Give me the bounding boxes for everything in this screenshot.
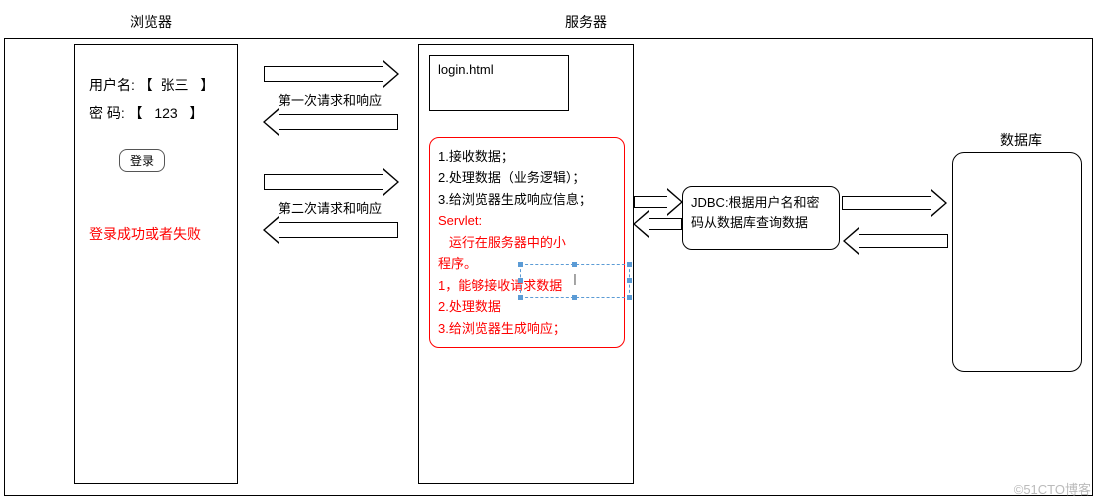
label-req1: 第一次请求和响应	[278, 90, 382, 109]
servlet-step-2: 2.处理数据（业务逻辑）；	[438, 167, 616, 188]
servlet-box: 1.接收数据； 2.处理数据（业务逻辑）； 3.给浏览器生成响应信息； Serv…	[429, 137, 625, 348]
arrow-jdbc-db-right	[842, 196, 932, 210]
text-cursor-icon: I	[573, 272, 577, 290]
browser-box: 用户名: 【 张三 】 密 码: 【 123 】 登录 登录成功或者失败	[74, 44, 238, 484]
jdbc-line-1: JDBC:根据用户名和密	[691, 193, 831, 213]
servlet-title: Servlet:	[438, 210, 616, 231]
login-button[interactable]: 登录	[119, 149, 165, 172]
arrow-server-jdbc-left	[648, 218, 682, 230]
arrow-server-jdbc-right	[634, 196, 668, 208]
servlet-desc-1a: 运行在服务器中的小	[438, 232, 616, 253]
arrow-req1-left	[278, 114, 398, 130]
password-field: 【 123 】	[129, 103, 204, 123]
arrow-req1-right	[264, 66, 384, 82]
arrow-req2-right	[264, 174, 384, 190]
servlet-step-1: 1.接收数据；	[438, 146, 616, 167]
database-box	[952, 152, 1082, 372]
browser-title: 浏览器	[130, 12, 172, 32]
server-title: 服务器	[565, 12, 607, 32]
servlet-step-3: 3.给浏览器生成响应信息；	[438, 189, 616, 210]
username-field: 【 张三 】	[139, 75, 214, 95]
arrow-req2-left	[278, 222, 398, 238]
editing-selection-box: I	[520, 264, 630, 298]
username-value: 张三	[161, 77, 189, 93]
username-row: 用户名: 【 张三 】	[89, 75, 223, 95]
servlet-desc-3: 2.处理数据	[438, 296, 616, 317]
password-value: 123	[154, 105, 177, 121]
arrow-jdbc-db-left	[858, 234, 948, 248]
login-html-box: login.html	[429, 55, 569, 111]
servlet-desc-4: 3.给浏览器生成响应；	[438, 318, 616, 339]
password-label: 密 码:	[89, 105, 125, 121]
password-row: 密 码: 【 123 】	[89, 103, 223, 123]
jdbc-line-2: 码从数据库查询数据	[691, 213, 831, 233]
watermark: ©51CTO博客	[1014, 479, 1091, 498]
login-result-text: 登录成功或者失败	[89, 224, 223, 244]
label-req2: 第二次请求和响应	[278, 198, 382, 217]
username-label: 用户名:	[89, 77, 135, 93]
jdbc-box: JDBC:根据用户名和密 码从数据库查询数据	[682, 186, 840, 250]
